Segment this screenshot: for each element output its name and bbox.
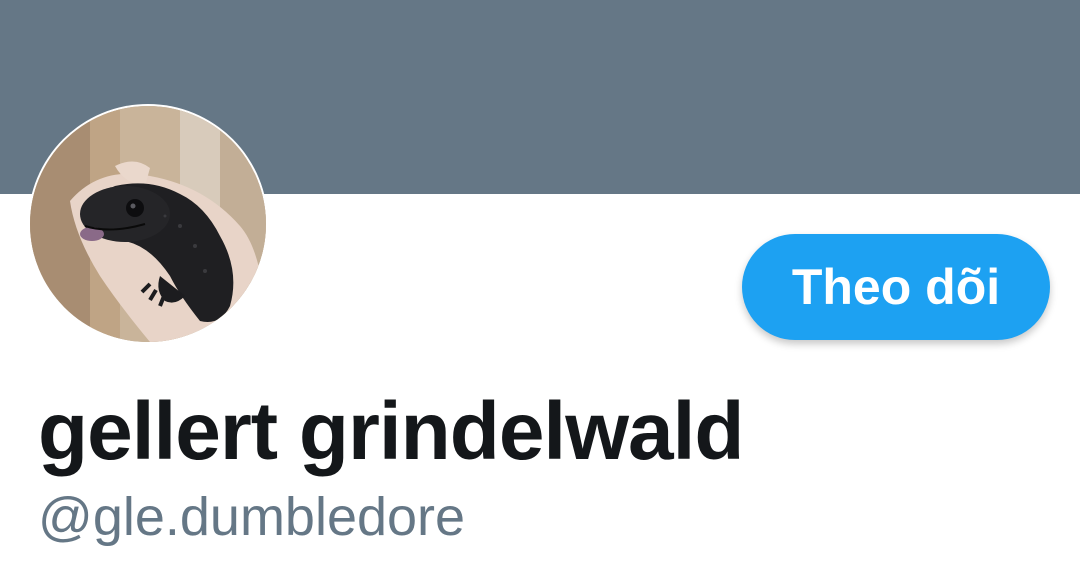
gecko-avatar-photo — [30, 106, 266, 342]
profile-header: Theo dõi gellert grindelwald @gle.dumble… — [0, 0, 1080, 561]
profile-avatar[interactable] — [28, 104, 268, 344]
profile-display-name: gellert grindelwald — [38, 386, 744, 477]
follow-button[interactable]: Theo dõi — [742, 234, 1050, 340]
profile-handle: @gle.dumbledore — [38, 487, 466, 547]
